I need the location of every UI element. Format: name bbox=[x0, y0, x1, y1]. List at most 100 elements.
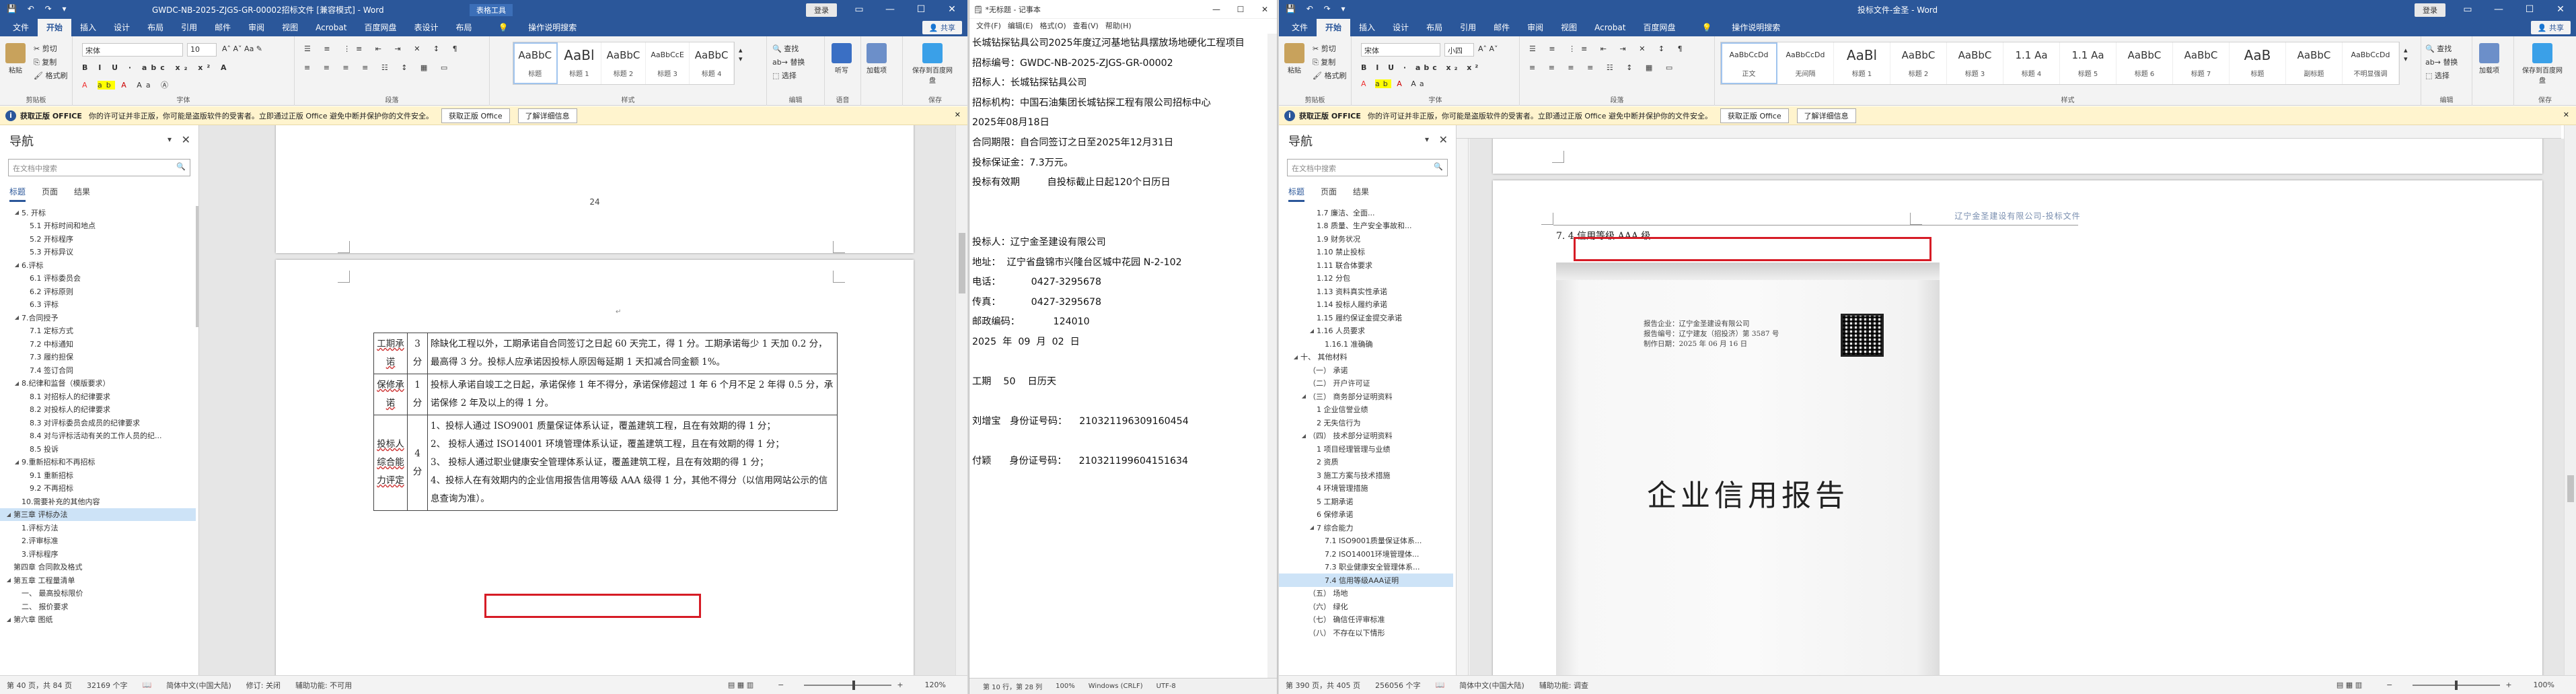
menu-format[interactable]: 格式(O) bbox=[1039, 20, 1066, 31]
language[interactable]: 简体中文(中国大陆) bbox=[166, 680, 231, 691]
accessibility[interactable]: 辅助功能: 不可用 bbox=[295, 680, 352, 691]
style-option[interactable]: AaBbCcDd 无间隔 bbox=[1777, 42, 1834, 84]
collapse-toggle-icon[interactable]: ◢ bbox=[12, 209, 22, 215]
font-color-buttons[interactable]: A ab A Aa bbox=[1361, 79, 1428, 92]
nav-tab-pages[interactable]: 页面 bbox=[1321, 186, 1337, 202]
nav-heading-item[interactable]: ◢ 第六章 图纸 bbox=[0, 613, 196, 627]
replace-button[interactable]: ab→ 替换 bbox=[772, 57, 805, 69]
nav-close-icon[interactable]: ✕ bbox=[1439, 133, 1448, 146]
tab-table-design[interactable]: 表设计 bbox=[405, 19, 447, 36]
nav-heading-item[interactable]: 10.需要补充的其他内容 bbox=[0, 495, 196, 508]
maximize-icon[interactable]: ☐ bbox=[2514, 0, 2545, 19]
list-buttons[interactable]: ☰ ≡ ⋮≡ ⇤ ⇥ ✕ ↕ ¶ bbox=[1529, 44, 1688, 57]
collapse-toggle-icon[interactable]: ◢ bbox=[1307, 524, 1317, 530]
tab-acrobat[interactable]: Acrobat bbox=[1586, 19, 1634, 36]
nav-heading-item[interactable]: （八） 不存在以下情形 bbox=[1279, 626, 1453, 639]
nav-heading-item[interactable]: 2.评审标准 bbox=[0, 534, 196, 548]
tab-file[interactable]: 文件 bbox=[4, 19, 38, 36]
minimize-icon[interactable]: — bbox=[875, 0, 906, 19]
collapse-toggle-icon[interactable]: ◢ bbox=[4, 617, 13, 623]
nav-heading-item[interactable]: （二） 开户许可证 bbox=[1279, 377, 1453, 390]
share-button[interactable]: 👤 共享 bbox=[2530, 21, 2571, 34]
tab-acrobat[interactable]: Acrobat bbox=[307, 19, 355, 36]
nav-heading-item[interactable]: 1 项目经理管理与业绩 bbox=[1279, 442, 1453, 456]
nav-heading-item[interactable]: （六） 绿化 bbox=[1279, 600, 1453, 613]
nav-heading-item[interactable]: 5 工期承诺 bbox=[1279, 495, 1453, 508]
nav-heading-item[interactable]: 7.1 定标方式 bbox=[0, 324, 196, 338]
style-option[interactable]: AaBbC 标题 3 bbox=[1947, 42, 2003, 84]
share-button[interactable]: 👤 共享 bbox=[922, 21, 962, 34]
nav-heading-item[interactable]: 8.2 对投标人的纪律要求 bbox=[0, 403, 196, 417]
style-option[interactable]: AaBl 标题 1 bbox=[1834, 42, 1890, 84]
nav-search-input[interactable]: 在文档中搜索 🔍 bbox=[8, 159, 190, 176]
style-option[interactable]: 1.1 Aa 标题 5 bbox=[2060, 42, 2117, 84]
zoom-level[interactable]: 120% bbox=[925, 681, 946, 689]
dictate-button[interactable]: 听写 bbox=[832, 43, 852, 75]
language[interactable]: 简体中文(中国大陆) bbox=[1459, 680, 1524, 691]
style-option[interactable]: AaBbC 标题 4 bbox=[690, 42, 734, 84]
collapse-toggle-icon[interactable]: ◢ bbox=[1291, 354, 1300, 360]
ribbon-display-icon[interactable]: ▭ bbox=[844, 0, 875, 19]
collapse-toggle-icon[interactable]: ◢ bbox=[1299, 393, 1309, 399]
nav-tab-pages[interactable]: 页面 bbox=[42, 186, 58, 202]
proofing-icon[interactable]: 📖 bbox=[142, 681, 151, 689]
nav-heading-item[interactable]: 1 企业信誉业绩 bbox=[1279, 403, 1453, 417]
tab-layout[interactable]: 布局 bbox=[139, 19, 172, 36]
nav-heading-item[interactable]: ◢ 8.纪律和监督（模版要求） bbox=[0, 377, 196, 390]
nav-heading-item[interactable]: （五） 场地 bbox=[1279, 587, 1453, 600]
styles-gallery[interactable]: AaBbC 标题 AaBl 标题 1 AaBbC 标题 2 AaBbCcE 标题 3 AaBbC… bbox=[513, 42, 735, 85]
menu-help[interactable]: 帮助(H) bbox=[1105, 20, 1132, 31]
save-to-baidu-button[interactable]: 保存到百度网盘 bbox=[912, 43, 953, 85]
nav-heading-item[interactable]: 8.3 对评标委员会成员的纪律要求 bbox=[0, 416, 196, 429]
nav-tab-results[interactable]: 结果 bbox=[74, 186, 90, 202]
list-buttons[interactable]: ☰ ≡ ⋮≡ ⇤ ⇥ ✕ ↕ ¶ bbox=[304, 44, 463, 57]
nav-close-icon[interactable]: ✕ bbox=[182, 133, 190, 146]
paste-button[interactable]: 粘贴 bbox=[5, 43, 26, 75]
accessibility[interactable]: 辅助功能: 调查 bbox=[1539, 680, 1588, 691]
nav-heading-item[interactable]: 8.4 对与评标活动有关的工作人员的纪... bbox=[0, 429, 196, 443]
font-color-buttons[interactable]: A ab A Aa Ⓐ bbox=[82, 79, 172, 92]
zoom-slider[interactable] bbox=[2413, 680, 2501, 690]
zoom-slider[interactable] bbox=[804, 680, 892, 690]
login-button[interactable]: 登录 bbox=[2415, 3, 2445, 17]
tell-me-search[interactable]: 💡 操作说明搜索 bbox=[480, 19, 594, 36]
nav-heading-item[interactable]: 6.2 评标原则 bbox=[0, 285, 196, 298]
nav-heading-item[interactable]: ◢ 7 综合能力 bbox=[1279, 521, 1453, 534]
find-button[interactable]: 🔍 查找 bbox=[772, 43, 799, 55]
tab-file[interactable]: 文件 bbox=[1283, 19, 1317, 36]
view-buttons[interactable]: ▤ ▦ ▥ bbox=[2336, 681, 2362, 689]
minimize-icon[interactable]: — bbox=[1204, 0, 1228, 19]
addins-button[interactable]: 加载项 bbox=[867, 43, 887, 75]
word-count[interactable]: 32169 个字 bbox=[87, 680, 128, 691]
style-option[interactable]: AaBbCcDd 不明显强调 bbox=[2343, 42, 2399, 84]
nav-heading-item[interactable]: ◢ 9.重新招标和不再招标 bbox=[0, 456, 196, 469]
font-size-buttons[interactable]: A˄ A˅ Aa ✎ bbox=[222, 44, 262, 57]
tab-references[interactable]: 引用 bbox=[1451, 19, 1485, 36]
nav-heading-item[interactable]: 二、 报价要求 bbox=[0, 600, 196, 613]
score-cell[interactable]: 4分 bbox=[407, 415, 428, 511]
format-painter-button[interactable]: 🖌 格式刷 bbox=[1313, 70, 1346, 82]
zoom-out-icon[interactable]: − bbox=[2386, 681, 2392, 689]
nav-heading-item[interactable]: 9.2 不再招标 bbox=[0, 482, 196, 495]
tab-review[interactable]: 审阅 bbox=[240, 19, 273, 36]
style-option[interactable]: AaBl 标题 1 bbox=[558, 42, 602, 84]
tab-references[interactable]: 引用 bbox=[172, 19, 206, 36]
ribbon-display-icon[interactable]: ▭ bbox=[2452, 0, 2483, 19]
styles-scroll-buttons[interactable]: ▴ ▾ bbox=[2404, 46, 2408, 63]
nav-heading-item[interactable]: 1.13 资料真实性承诺 bbox=[1279, 285, 1453, 298]
view-buttons[interactable]: ▤ ▦ ▥ bbox=[728, 681, 753, 689]
vertical-ruler[interactable] bbox=[1457, 139, 1469, 675]
style-option[interactable]: 1.1 Aa 标题 4 bbox=[2003, 42, 2060, 84]
nav-heading-item[interactable]: 3 施工方案与技术措施 bbox=[1279, 469, 1453, 482]
zoom-thumb[interactable] bbox=[2455, 680, 2458, 690]
format-painter-button[interactable]: 🖌 格式刷 bbox=[34, 70, 67, 82]
tell-me-search[interactable]: 💡 操作说明搜索 bbox=[1684, 19, 1798, 36]
search-icon[interactable]: 🔍 bbox=[176, 162, 186, 171]
maximize-icon[interactable]: ☐ bbox=[1228, 0, 1253, 19]
tab-baidu[interactable]: 百度网盘 bbox=[355, 19, 405, 36]
style-option[interactable]: AaB 标题 bbox=[2230, 42, 2286, 84]
collapse-toggle-icon[interactable]: ◢ bbox=[12, 459, 22, 465]
find-button[interactable]: 🔍 查找 bbox=[2425, 43, 2452, 55]
nav-tab-headings[interactable]: 标题 bbox=[1288, 186, 1305, 202]
align-buttons[interactable]: ≡ ≡ ≡ ≡ ☷ ↕ ▦ ▭ bbox=[1529, 63, 1678, 75]
